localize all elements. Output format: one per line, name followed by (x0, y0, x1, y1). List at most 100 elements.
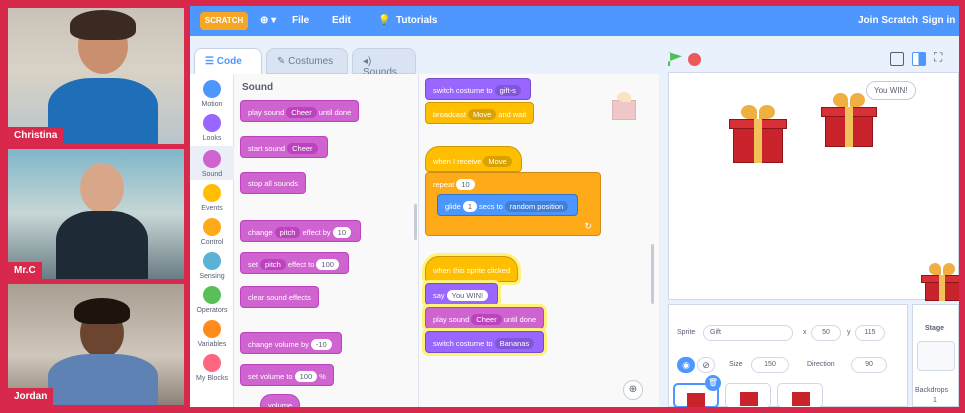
reporter-volume[interactable]: volume (260, 394, 301, 407)
block-stop-all-sounds[interactable]: stop all sounds (240, 172, 307, 194)
video-tile-jordan: Jordan (6, 282, 186, 407)
category-variables[interactable]: Variables (190, 320, 234, 348)
video-tile-christina: Christina (6, 6, 186, 146)
stage-canvas[interactable]: You WIN! (668, 72, 959, 301)
direction-field[interactable]: 90 (851, 357, 887, 373)
category-operators[interactable]: Operators (190, 286, 234, 314)
block-switch-costume-gift[interactable]: switch costume to gift-s (425, 78, 531, 100)
events-icon (203, 184, 221, 202)
edit-menu[interactable]: Edit (332, 15, 351, 26)
my-blocks-icon (203, 354, 221, 372)
code-icon: ☰ (205, 56, 217, 67)
loop-arrow-icon: ↻ (584, 221, 592, 231)
zoom-in-icon[interactable]: ⊕ (623, 380, 643, 400)
block-set-volume[interactable]: set volume to 100% (240, 364, 334, 386)
x-field[interactable]: 50 (811, 325, 841, 341)
variables-icon (203, 320, 221, 338)
operators-icon (203, 286, 221, 304)
small-stage-icon[interactable] (890, 52, 904, 66)
participant-hair (74, 298, 130, 324)
category-sound[interactable]: Sound (190, 146, 234, 180)
sprite-name-field[interactable]: Gift (703, 325, 793, 341)
backdrops-label: Backdrops (915, 387, 949, 394)
scratch-logo[interactable]: SCRATCH (200, 12, 248, 30)
tab-sounds[interactable]: ◂) Sounds (352, 48, 416, 78)
backdrops-count: 1 (933, 397, 937, 404)
block-change-volume[interactable]: change volume by -10 (240, 332, 342, 354)
tab-code[interactable]: ☰ Code (194, 48, 262, 74)
scratch-editor: SCRATCH ⊕ ▾ File Edit 💡 Tutorials Join S… (190, 6, 959, 407)
y-field[interactable]: 115 (855, 325, 885, 341)
speaker-icon: ◂) (363, 56, 372, 67)
category-looks[interactable]: Looks (190, 114, 234, 142)
stage-label: Stage (925, 325, 945, 332)
sprite-label: Sprite (677, 329, 696, 336)
script-scrollbar[interactable] (651, 244, 654, 304)
participant-name: Mr.C (8, 262, 42, 279)
block-glide[interactable]: glide 1 secs to random position (437, 194, 579, 216)
looks-icon (203, 114, 221, 132)
size-label: Size (729, 361, 743, 368)
sound-icon (203, 150, 221, 168)
category-events[interactable]: Events (190, 184, 234, 212)
category-sensing[interactable]: Sensing (190, 252, 234, 280)
tutorials-menu[interactable]: Tutorials (396, 15, 437, 26)
block-say[interactable]: say You WIN! (425, 283, 499, 305)
block-play-sound-cheer[interactable]: play sound Cheer until done (425, 307, 545, 329)
participant-face (80, 163, 124, 213)
show-hidden-icon[interactable]: ⊘ (697, 357, 715, 373)
block-when-sprite-clicked[interactable]: when this sprite clicked (425, 256, 519, 282)
sprite-gift[interactable] (819, 93, 879, 147)
green-flag-icon[interactable] (668, 52, 682, 66)
fullscreen-icon[interactable]: ⛶ (934, 50, 942, 65)
gift-icon (687, 393, 705, 407)
trash-icon[interactable]: 🗑 (705, 375, 721, 391)
direction-label: Direction (807, 361, 835, 368)
editor-tabs: ☰ Code ✎ Costumes ◂) Sounds (190, 42, 660, 78)
block-clear-sound-effects[interactable]: clear sound effects (240, 286, 319, 308)
show-visible-icon[interactable]: ◉ (677, 357, 695, 373)
sprite-thumbnail[interactable] (777, 383, 823, 407)
join-scratch-link[interactable]: Join Scratch (858, 15, 918, 26)
sprite-gift[interactable] (921, 263, 959, 301)
tab-costumes[interactable]: ✎ Costumes (266, 48, 348, 74)
sprite-gift[interactable] (727, 103, 789, 163)
normal-stage-icon[interactable] (912, 52, 926, 66)
palette-scrollbar[interactable] (414, 204, 417, 240)
menu-bar: SCRATCH ⊕ ▾ File Edit 💡 Tutorials Join S… (190, 6, 959, 36)
block-play-sound-until-done[interactable]: play sound Cheer until done (240, 100, 360, 122)
sprite-thumbnail-selected[interactable]: 🗑 (673, 375, 721, 407)
category-my-blocks[interactable]: My Blocks (190, 354, 234, 382)
control-icon (203, 218, 221, 236)
backdrop-thumbnail[interactable] (917, 341, 955, 371)
block-start-sound[interactable]: start sound Cheer (240, 136, 328, 158)
block-change-pitch-effect[interactable]: change pitch effect by 10 (240, 220, 362, 242)
file-menu[interactable]: File (292, 15, 309, 26)
stage-selector[interactable]: Stage Backdrops 1 (912, 304, 959, 407)
gift-icon (740, 392, 758, 406)
participant-name: Jordan (8, 388, 54, 405)
block-switch-costume-bananas[interactable]: switch costume to Bananas (425, 331, 545, 353)
category-control[interactable]: Control (190, 218, 234, 246)
block-palette: Sound play sound Cheer until done start so… (234, 74, 419, 407)
size-field[interactable]: 150 (751, 357, 789, 373)
language-menu[interactable]: ⊕ ▾ (260, 15, 276, 26)
stop-icon[interactable] (688, 53, 701, 66)
gift-icon (792, 392, 810, 406)
y-label: y (847, 329, 851, 336)
sign-in-link[interactable]: Sign in (922, 15, 955, 26)
video-tile-mrc: Mr.C (6, 147, 186, 281)
sprite-gift-watermark (609, 90, 639, 122)
x-label: x (803, 329, 807, 336)
sprite-info-pane: Sprite Gift x 50 y 115 ◉ ⊘ Size 150 Dire… (668, 304, 908, 407)
block-broadcast-and-wait[interactable]: broadcast Move and wait (425, 102, 535, 124)
sprite-thumbnail[interactable] (725, 383, 771, 407)
participant-torso (48, 354, 158, 405)
category-motion[interactable]: Motion (190, 80, 234, 108)
motion-icon (203, 80, 221, 98)
block-when-i-receive[interactable]: when I receive Move (425, 146, 522, 172)
sensing-icon (203, 252, 221, 270)
category-menu: Motion Looks Sound Events Control Sensin… (190, 74, 234, 407)
participant-hair (70, 10, 136, 40)
block-set-pitch-effect[interactable]: set pitch effect to 100 (240, 252, 349, 274)
